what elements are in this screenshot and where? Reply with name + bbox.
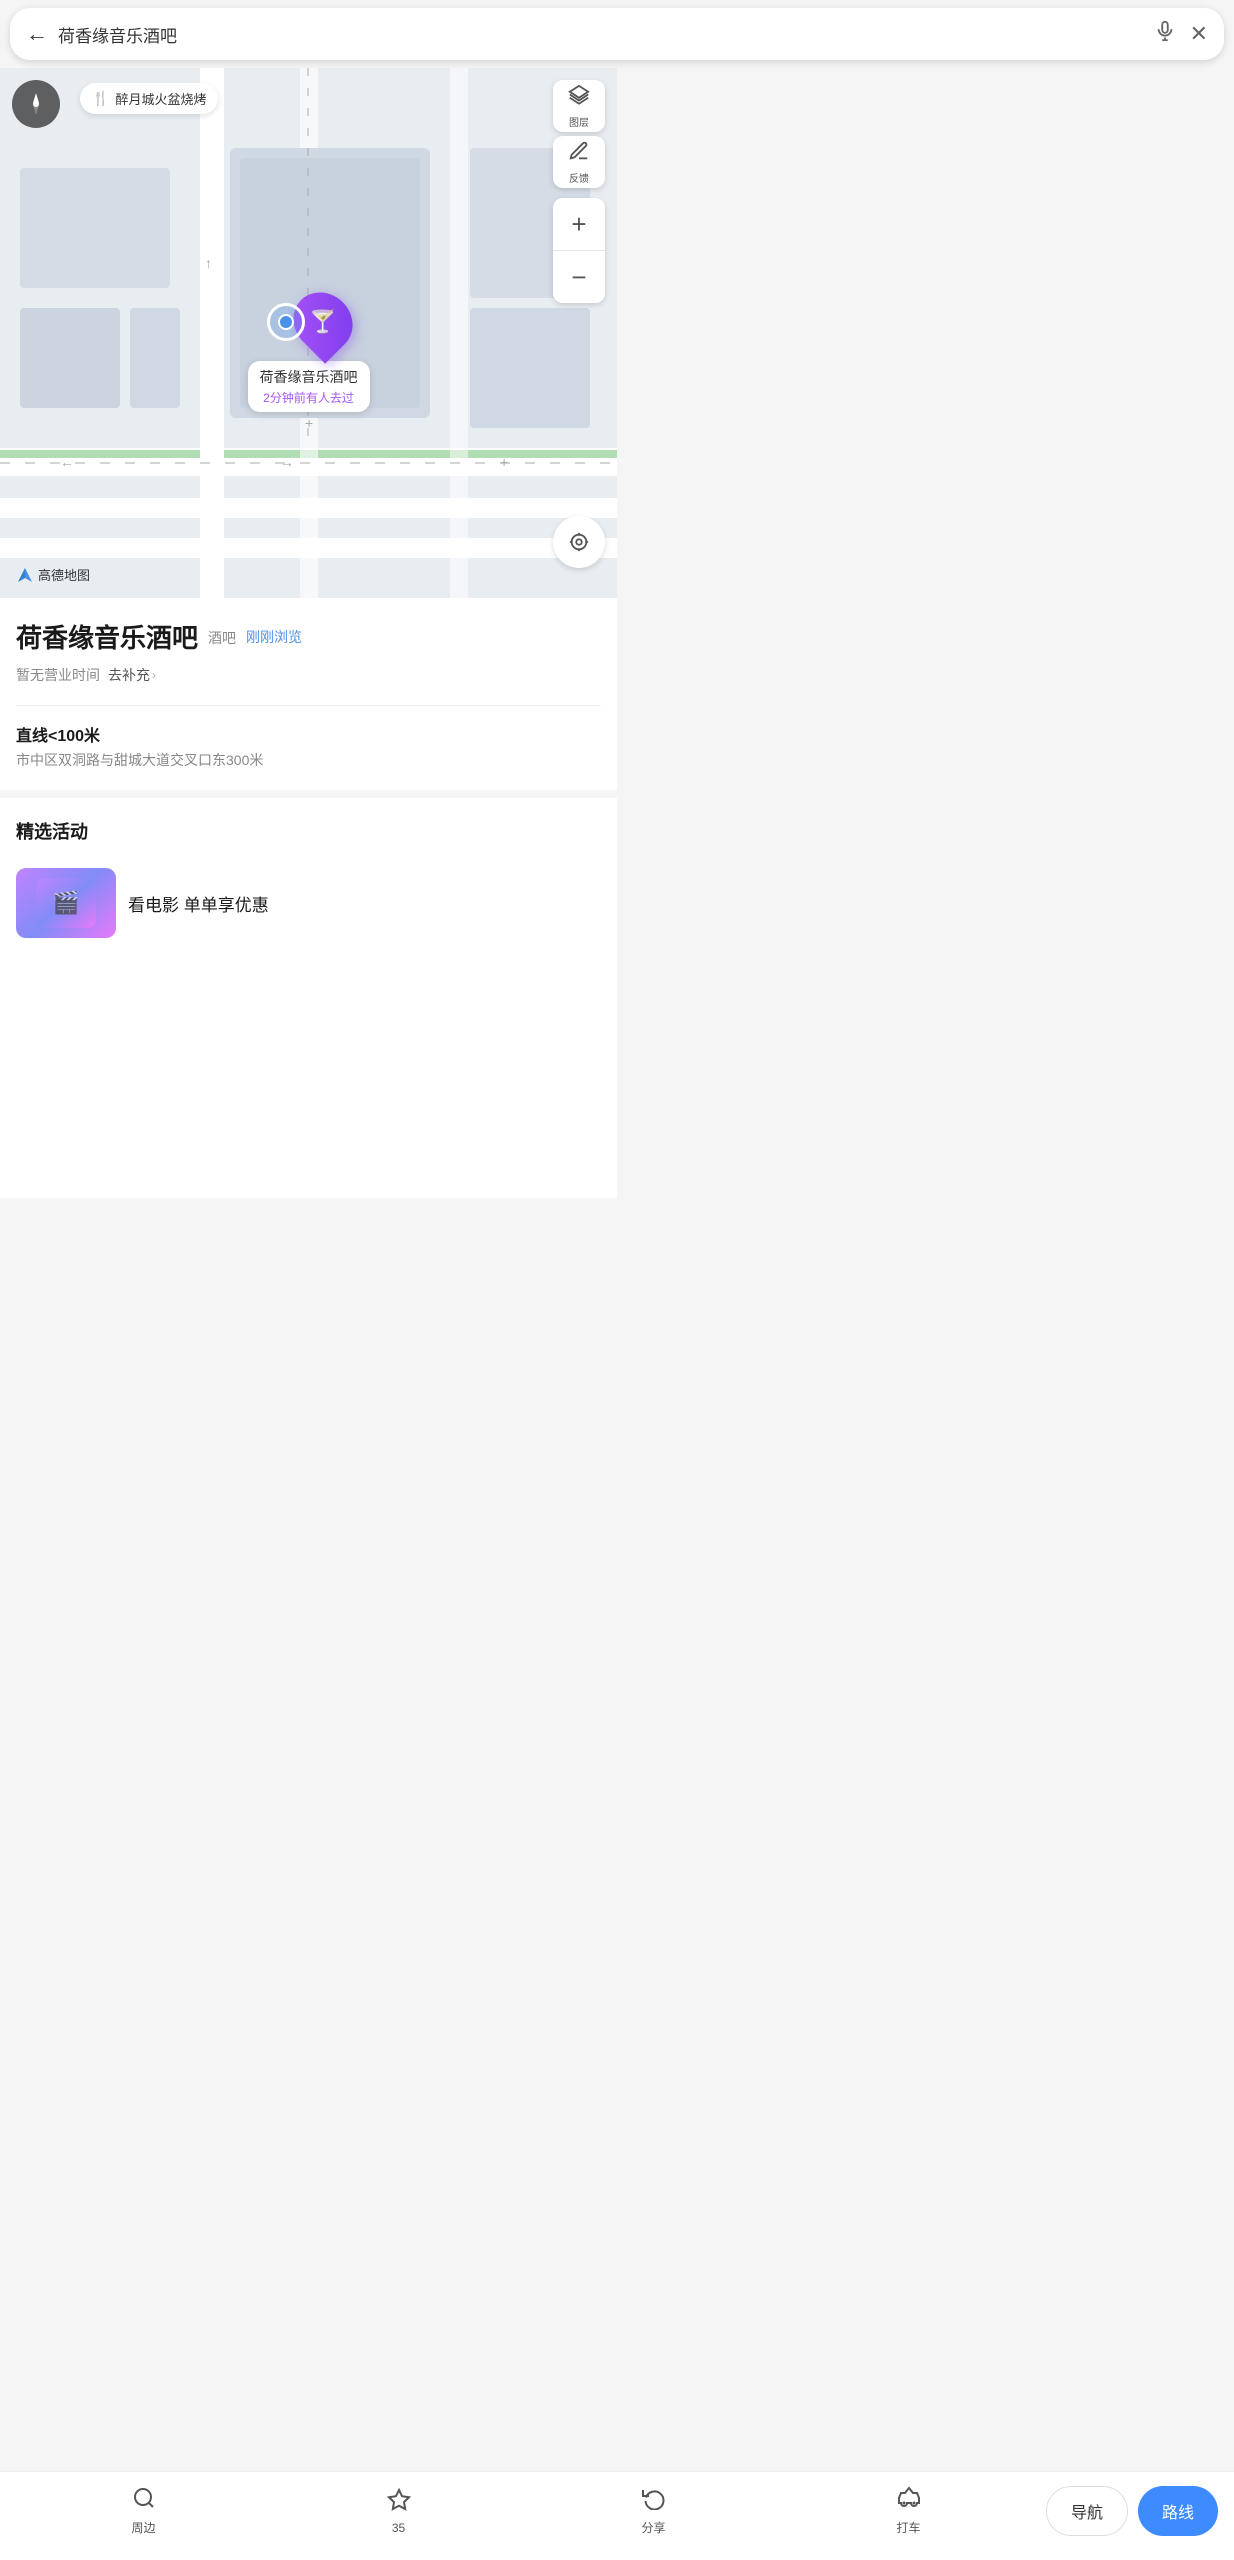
favorites-icon <box>387 2488 411 2518</box>
section-title: 精选活动 <box>16 818 601 844</box>
place-marker[interactable]: 🍸 荷香缘音乐酒吧 2分钟前有人去过 <box>248 291 370 412</box>
zoom-controls: + − <box>553 198 605 303</box>
share-action[interactable]: 分享 <box>526 2482 781 2540</box>
activity-card[interactable]: 🎬 看电影 单单享优惠 <box>16 858 601 948</box>
supplement-chevron: › <box>152 668 156 682</box>
gaode-text: 高德地图 <box>38 565 90 584</box>
microphone-icon[interactable] <box>1154 20 1176 48</box>
svg-text:+: + <box>500 454 508 470</box>
activity-thumbnail: 🎬 <box>16 868 116 938</box>
share-label: 分享 <box>641 2519 665 2536</box>
business-hours-row: 暂无营业时间 去补充 › <box>16 665 601 685</box>
business-hours-label: 暂无营业时间 <box>16 665 100 685</box>
layers-label: 图层 <box>569 114 589 129</box>
zoom-out-button[interactable]: − <box>553 251 605 303</box>
section-divider <box>0 790 617 798</box>
detail-panel: 荷香缘音乐酒吧 酒吧 刚刚浏览 暂无营业时间 去补充 › 直线<100米 市中区… <box>0 598 617 1198</box>
taxi-icon <box>897 2486 921 2516</box>
navigate-button[interactable]: 导航 <box>1046 2486 1128 2536</box>
search-query: 荷香缘音乐酒吧 <box>58 22 1140 47</box>
svg-text:←: ← <box>60 454 74 470</box>
feedback-label: 反馈 <box>569 170 589 185</box>
supplement-label: 去补充 <box>108 665 150 685</box>
feedback-icon <box>568 140 590 168</box>
recently-viewed-badge[interactable]: 刚刚浏览 <box>246 627 302 647</box>
supplement-button[interactable]: 去补充 › <box>108 665 156 685</box>
location-info: 直线<100米 市中区双洞路与甜城大道交叉口东300米 <box>16 722 601 770</box>
svg-text:+: + <box>305 415 313 431</box>
place-category: 酒吧 <box>208 628 236 648</box>
layers-button[interactable]: 图层 <box>553 80 605 132</box>
taxi-action[interactable]: 打车 <box>781 2482 1036 2540</box>
nearby-icon <box>132 2486 156 2516</box>
share-icon <box>642 2486 666 2516</box>
taxi-label: 打车 <box>896 2519 920 2536</box>
layers-icon <box>568 84 590 112</box>
activity-title: 看电影 单单享优惠 <box>128 891 269 916</box>
map-controls-panel: 图层 反馈 <box>553 80 605 188</box>
navigation-buttons: 导航 路线 <box>1046 2486 1218 2536</box>
feedback-button[interactable]: 反馈 <box>553 136 605 188</box>
map-area[interactable]: ← → + ↑ + 🍴 醉月城火盆烧烤 图层 <box>0 68 617 598</box>
place-title-row: 荷香缘音乐酒吧 酒吧 刚刚浏览 <box>16 618 601 655</box>
place-name: 荷香缘音乐酒吧 <box>16 618 198 655</box>
restaurant-name: 醉月城火盆烧烤 <box>115 89 206 108</box>
user-dot <box>278 314 294 330</box>
bottom-action-bar: 周边 35 分享 打车 导航 路线 <box>0 2471 1234 2560</box>
svg-text:🎬: 🎬 <box>52 890 79 915</box>
distance-text: 直线<100米 <box>16 722 601 746</box>
my-location-button[interactable] <box>553 516 605 568</box>
cocktail-icon: 🍸 <box>309 309 336 335</box>
back-button[interactable]: ← <box>26 21 48 47</box>
address-text: 市中区双洞路与甜城大道交叉口东300米 <box>16 750 601 770</box>
marker-label: 荷香缘音乐酒吧 2分钟前有人去过 <box>248 361 370 412</box>
svg-text:↑: ↑ <box>205 255 212 271</box>
nearby-restaurant-tag[interactable]: 🍴 醉月城火盆烧烤 <box>80 83 218 114</box>
clear-icon[interactable]: ✕ <box>1190 21 1208 47</box>
favorites-action[interactable]: 35 <box>271 2484 526 2539</box>
user-location-marker <box>267 303 305 341</box>
route-button[interactable]: 路线 <box>1138 2486 1218 2536</box>
food-icon: 🍴 <box>92 90 109 107</box>
marker-pin: 🍸 <box>267 291 351 353</box>
marker-place-name: 荷香缘音乐酒吧 <box>260 367 358 387</box>
svg-text:→: → <box>280 454 294 470</box>
marker-subtitle: 2分钟前有人去过 <box>260 389 358 406</box>
compass-button[interactable] <box>12 80 60 128</box>
zoom-in-button[interactable]: + <box>553 198 605 250</box>
divider-1 <box>16 705 601 706</box>
favorites-count: 35 <box>392 2521 405 2535</box>
nearby-action[interactable]: 周边 <box>16 2482 271 2540</box>
search-bar: ← 荷香缘音乐酒吧 ✕ <box>10 8 1224 60</box>
nearby-label: 周边 <box>131 2519 155 2536</box>
gaode-watermark: 高德地图 <box>16 565 90 584</box>
